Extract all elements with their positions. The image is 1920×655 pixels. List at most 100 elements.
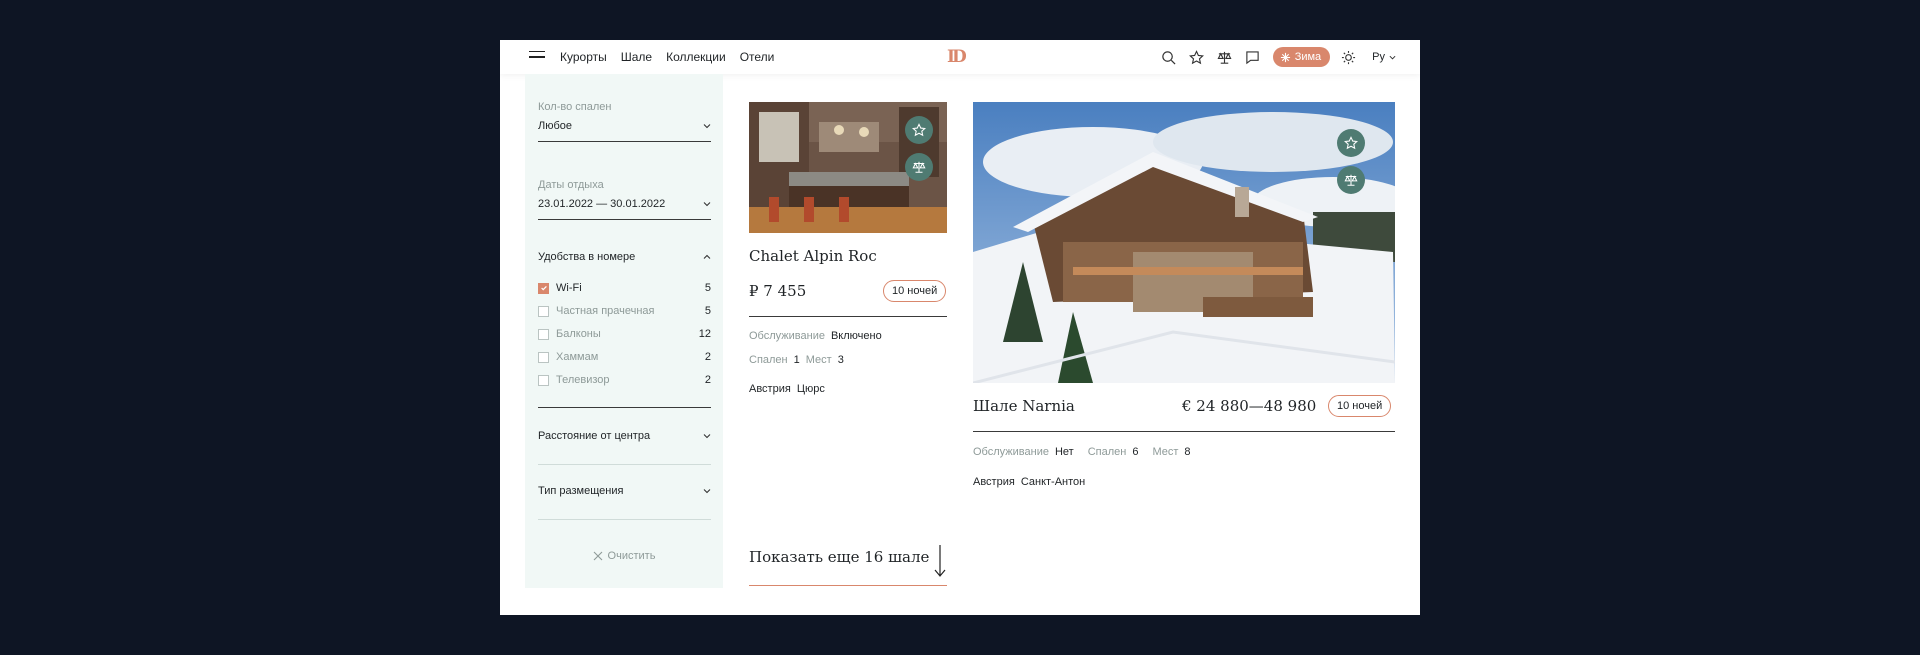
star-icon: [912, 123, 926, 137]
show-more-label: Показать еще 16 шале: [749, 548, 930, 566]
bedrooms-value: Любое: [538, 120, 573, 132]
bedrooms-value: 1: [793, 354, 800, 366]
chat-icon[interactable]: [1243, 47, 1263, 67]
divider: [538, 464, 711, 465]
star-icon: [1344, 136, 1358, 150]
amenities-title: Удобства в номере: [538, 251, 636, 263]
search-icon[interactable]: [1159, 47, 1179, 67]
divider: [538, 519, 711, 520]
top-bar: Курорты Шале Коллекции Отели ID Зима Ру: [500, 40, 1420, 74]
bedrooms-value: 6: [1132, 446, 1139, 458]
card-location: Австрия Цюрс: [749, 383, 825, 395]
sun-icon[interactable]: [1338, 47, 1358, 67]
chevron-down-icon: [703, 124, 711, 129]
favorites-star-icon[interactable]: [1187, 47, 1207, 67]
menu-icon[interactable]: [529, 51, 545, 63]
amenity-option-tv[interactable]: Телевизор 2: [538, 372, 711, 388]
nights-badge[interactable]: 10 ночей: [1328, 395, 1392, 417]
type-title: Тип размещения: [538, 485, 624, 497]
chevron-down-icon: [703, 489, 711, 494]
dates-filter-label: Даты отдыха: [538, 179, 604, 191]
amenity-count: 5: [704, 282, 711, 294]
favorite-star-button[interactable]: [1337, 129, 1365, 157]
card-title[interactable]: Шале Narnia: [973, 397, 1075, 415]
clear-filters-button[interactable]: Очистить: [525, 550, 723, 562]
exterior-photo: [973, 102, 1395, 383]
checkbox[interactable]: [538, 328, 549, 340]
season-label: Зима: [1294, 51, 1322, 63]
season-toggle-winter[interactable]: Зима: [1272, 47, 1331, 67]
distance-title: Расстояние от центра: [538, 430, 651, 442]
nav-item-chalets[interactable]: Шале: [621, 50, 652, 64]
nav-item-collections[interactable]: Коллекции: [666, 50, 726, 64]
divider: [538, 219, 711, 220]
favorite-star-button[interactable]: [905, 116, 933, 144]
resort[interactable]: Цюрс: [797, 383, 825, 395]
bedrooms-label: Спален: [749, 354, 788, 366]
places-value: 8: [1184, 446, 1191, 458]
compare-button[interactable]: [1337, 166, 1365, 194]
bedrooms-filter-label: Кол-во спален: [538, 101, 612, 113]
service-label: Обслуживание: [973, 446, 1049, 458]
amenity-option-hammam[interactable]: Хаммам 2: [538, 349, 711, 365]
scales-icon: [912, 161, 926, 173]
card-details: Обслуживание Нет Спален 6 Мест 8: [973, 446, 1191, 458]
distance-filter-header[interactable]: Расстояние от центра: [538, 430, 711, 442]
bedrooms-select[interactable]: Любое: [538, 120, 711, 132]
card-capacity: Спален 1 Мест 3: [749, 354, 844, 366]
chalet-photo-interior[interactable]: [749, 102, 947, 233]
arrow-down-icon: [934, 545, 946, 577]
amenity-count: 2: [704, 351, 711, 363]
nights-badge[interactable]: 10 ночей: [883, 280, 947, 302]
logo[interactable]: ID: [947, 47, 973, 67]
close-icon: [593, 551, 602, 561]
amenity-option-laundry[interactable]: Частная прачечная 5: [538, 303, 711, 319]
clear-filters-label: Очистить: [607, 550, 656, 562]
amenity-option-balconies[interactable]: Балконы 12: [538, 326, 711, 342]
service-value: Включено: [830, 330, 882, 342]
checkbox[interactable]: [538, 305, 549, 317]
places-label: Мест: [805, 354, 832, 366]
divider: [538, 407, 711, 408]
compare-button[interactable]: [905, 153, 933, 181]
amenity-count: 5: [704, 305, 711, 317]
show-more-button[interactable]: Показать еще 16 шале: [749, 544, 947, 586]
card-title[interactable]: Chalet Alpin Roc: [749, 247, 877, 265]
nav-item-hotels[interactable]: Отели: [740, 50, 775, 64]
service-label: Обслуживание: [749, 330, 825, 342]
resort[interactable]: Санкт-Антон: [1021, 476, 1085, 488]
chevron-up-icon: [703, 254, 711, 259]
divider: [538, 141, 711, 142]
main-nav: Курорты Шале Коллекции Отели: [560, 50, 774, 64]
amenity-count: 2: [704, 374, 711, 386]
country[interactable]: Австрия: [749, 383, 791, 395]
language-select[interactable]: Ру: [1372, 51, 1396, 63]
amenity-option-wifi[interactable]: Wi-Fi 5: [538, 280, 711, 296]
compare-scales-icon[interactable]: [1215, 47, 1235, 67]
checkbox-checked[interactable]: [538, 282, 549, 294]
dates-value: 23.01.2022 — 30.01.2022: [538, 198, 666, 210]
card-price: ₽ 7 455: [749, 282, 807, 300]
divider: [749, 316, 947, 317]
country[interactable]: Австрия: [973, 476, 1015, 488]
checkbox[interactable]: [538, 374, 549, 386]
amenities-filter-header[interactable]: Удобства в номере: [538, 251, 711, 263]
places-label: Мест: [1152, 446, 1179, 458]
type-filter-header[interactable]: Тип размещения: [538, 485, 711, 497]
divider: [973, 431, 1395, 432]
checkbox[interactable]: [538, 351, 549, 363]
scales-icon: [1344, 174, 1358, 186]
amenity-label: Wi-Fi: [556, 282, 582, 294]
language-label: Ру: [1372, 51, 1385, 63]
chevron-down-icon: [703, 202, 711, 207]
amenity-label: Балконы: [556, 328, 601, 340]
chalet-photo-exterior[interactable]: [973, 102, 1395, 383]
snowflake-icon: [1280, 52, 1290, 62]
amenity-label: Телевизор: [556, 374, 610, 386]
underline: [749, 585, 947, 586]
chevron-down-icon: [703, 434, 711, 439]
nav-item-resorts[interactable]: Курорты: [560, 50, 607, 64]
app-window: Курорты Шале Коллекции Отели ID Зима Ру …: [500, 40, 1420, 615]
amenity-label: Хаммам: [556, 351, 599, 363]
dates-select[interactable]: 23.01.2022 — 30.01.2022: [538, 198, 711, 210]
